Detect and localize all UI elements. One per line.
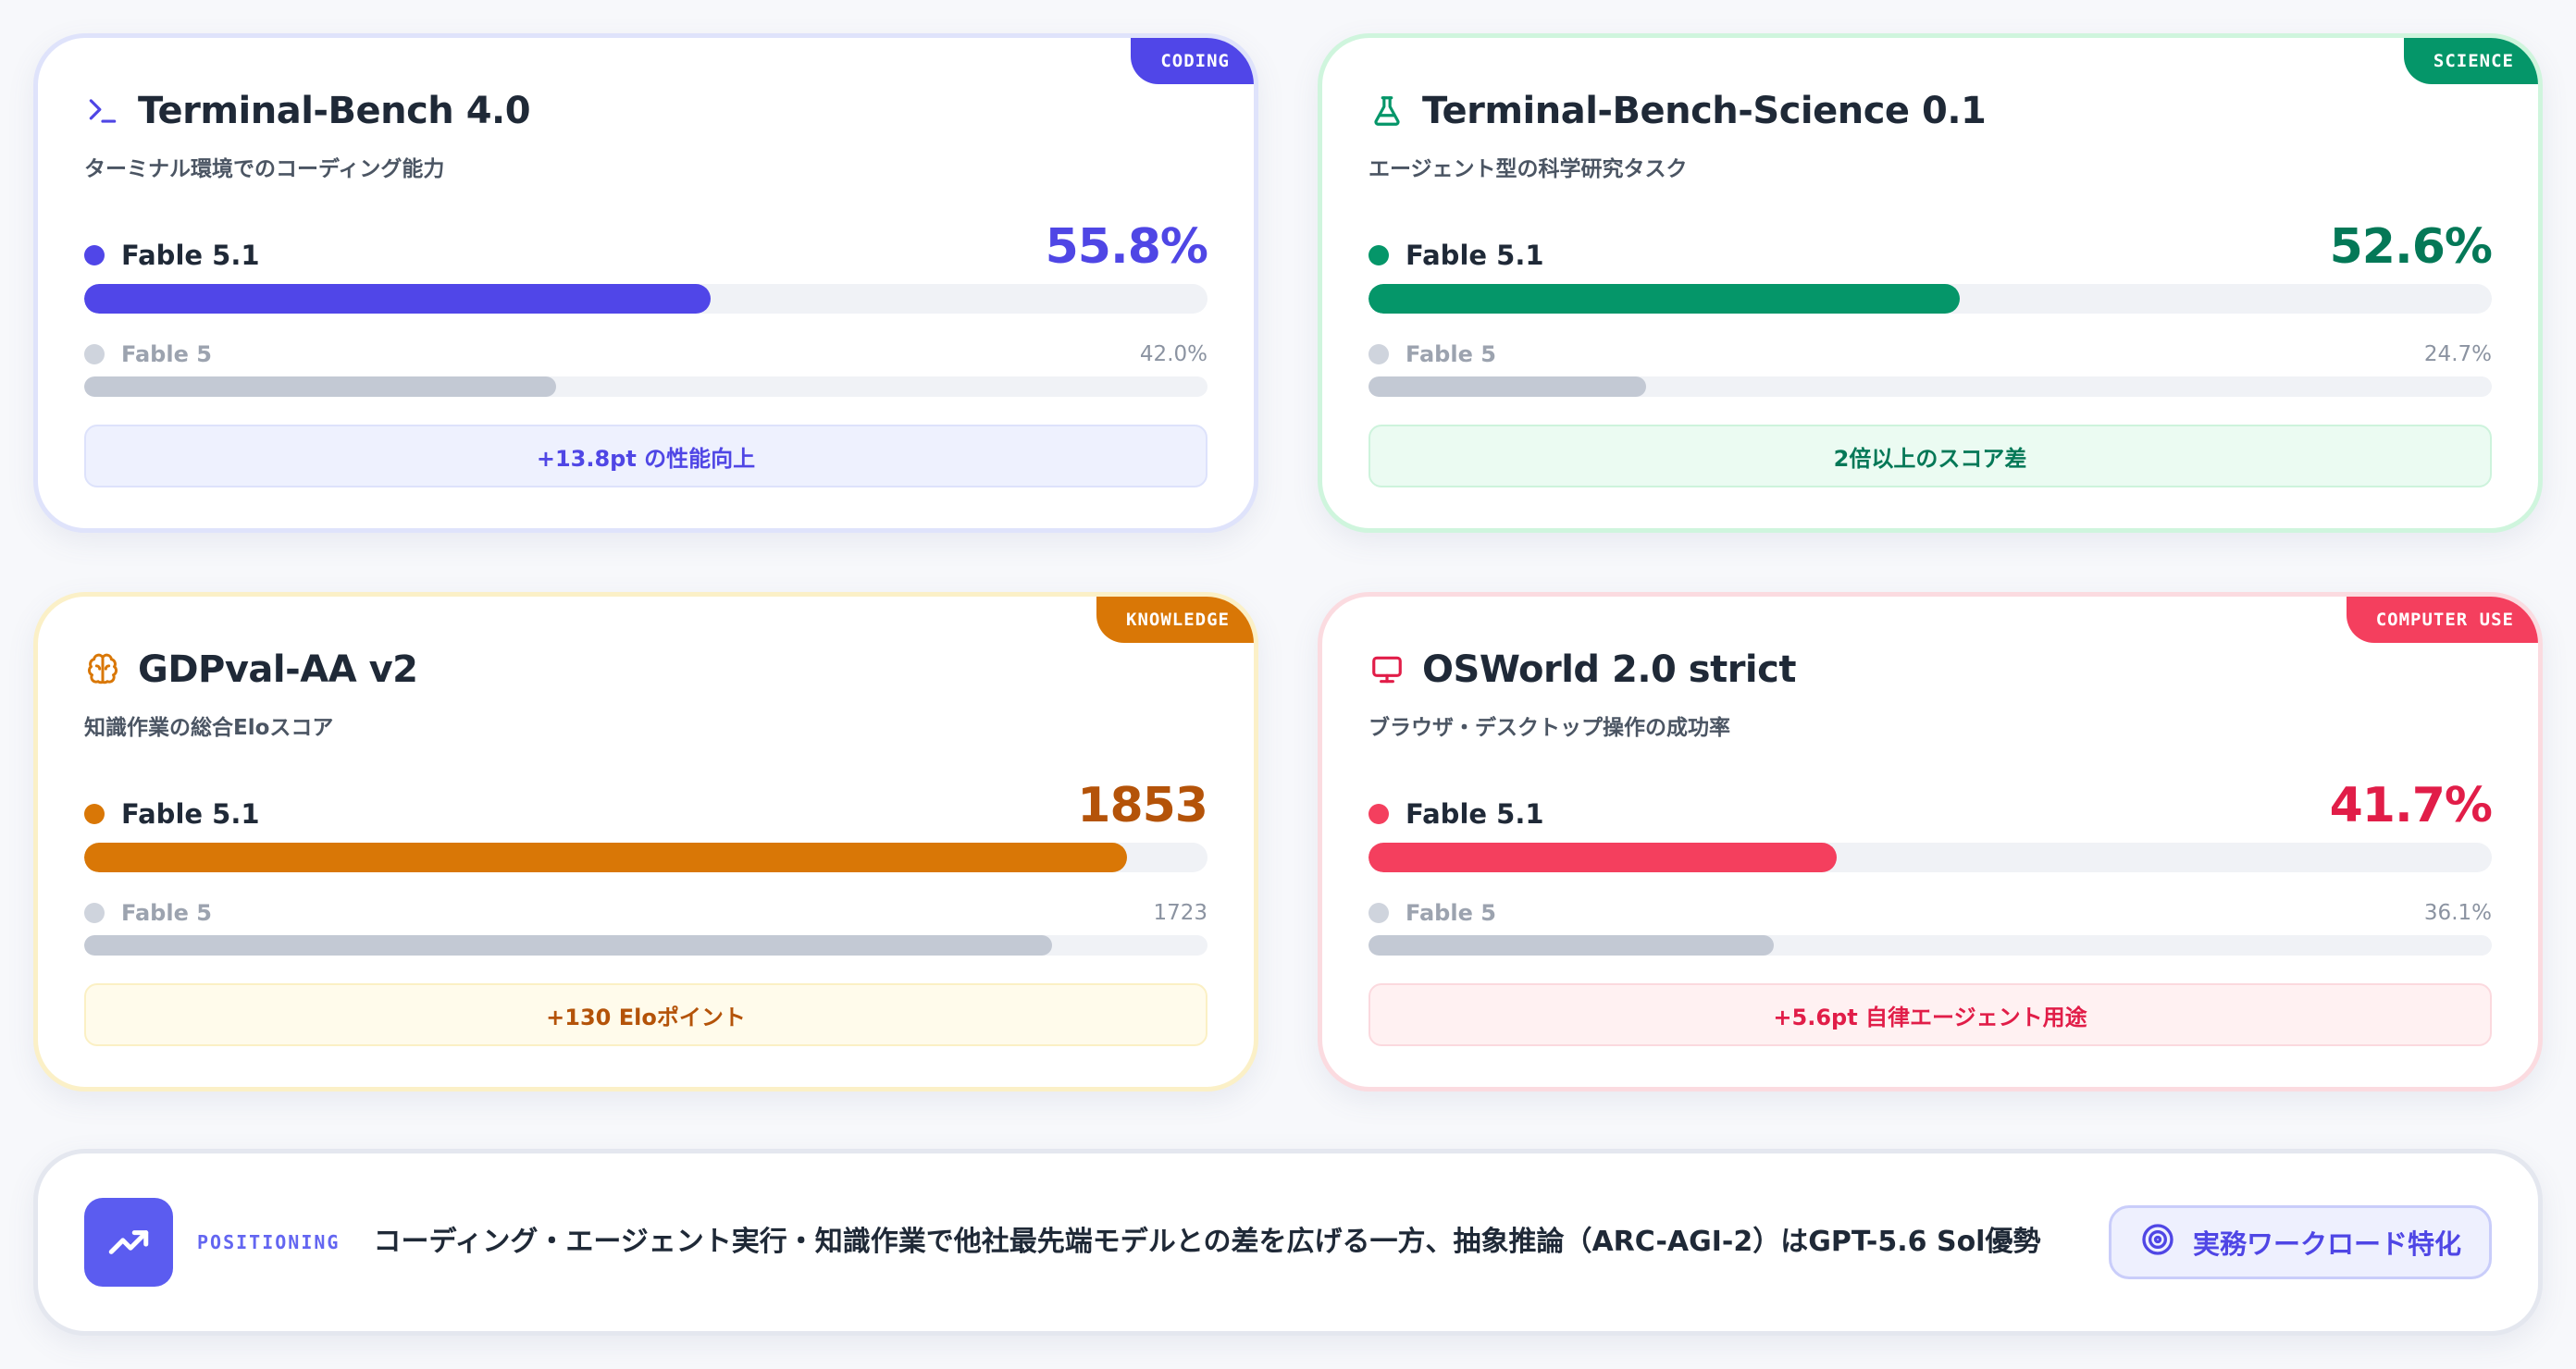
- sub-score-bar-fill: [84, 935, 1053, 956]
- main-model-label: Fable 5.1: [121, 240, 260, 271]
- trending-up-icon: [84, 1198, 173, 1287]
- delta-note: +13.8pt の性能向上: [84, 425, 1208, 487]
- main-score-bar-fill: [1368, 843, 1838, 872]
- main-model-label: Fable 5.1: [121, 798, 260, 830]
- sub-score-bar-fill: [84, 376, 556, 397]
- card-terminal-bench: CODING Terminal-Bench 4.0 ターミナル環境でのコーディン…: [33, 33, 1258, 533]
- sub-model-label: Fable 5: [121, 341, 212, 367]
- positioning-panel: POSITIONING コーディング・エージェント実行・知識作業で他社最先端モデ…: [33, 1149, 2543, 1336]
- main-score-bar-fill: [84, 284, 712, 314]
- brain-icon: [84, 651, 121, 688]
- main-score-bar-fill: [1368, 284, 1960, 314]
- delta-note: +130 Eloポイント: [84, 983, 1208, 1046]
- card-subtitle: ブラウザ・デスクトップ操作の成功率: [1368, 716, 1730, 740]
- sub-score: 1723: [1153, 901, 1208, 925]
- main-model-label: Fable 5.1: [1406, 798, 1544, 830]
- series-dot: [1368, 804, 1389, 824]
- series-dot: [1368, 344, 1389, 364]
- card-terminal-bench-science: SCIENCE Terminal-Bench-Science 0.1 エージェン…: [1318, 33, 2543, 533]
- series-dot: [84, 344, 105, 364]
- card-subtitle: 知識作業の総合Eloスコア: [84, 716, 334, 740]
- series-dot: [84, 903, 105, 923]
- positioning-kicker: POSITIONING: [197, 1231, 341, 1253]
- sub-model-label: Fable 5: [1406, 341, 1496, 367]
- main-score-bar-fill: [84, 843, 1127, 872]
- main-score-bar: [1368, 843, 2492, 872]
- target-icon: [2139, 1221, 2176, 1264]
- card-osworld: COMPUTER USE OSWorld 2.0 strict ブラウザ・デスク…: [1318, 592, 2543, 1092]
- card-subtitle: ターミナル環境でのコーディング能力: [84, 157, 445, 181]
- benchmark-grid: CODING Terminal-Bench 4.0 ターミナル環境でのコーディン…: [33, 33, 2543, 1092]
- sub-model-label: Fable 5: [1406, 900, 1496, 926]
- positioning-badge-label: 実務ワークロード特化: [2192, 1228, 2461, 1260]
- sub-score: 42.0%: [1139, 342, 1208, 366]
- monitor-icon: [1368, 651, 1406, 688]
- card-gdpval: KNOWLEDGE GDPval-AA v2 知識作業の総合Eloスコア Fab…: [33, 592, 1258, 1092]
- main-score: 55.8%: [1045, 219, 1208, 275]
- sub-score: 36.1%: [2423, 901, 2492, 925]
- card-title: Terminal-Bench 4.0: [138, 90, 531, 132]
- category-tag: COMPUTER USE: [2346, 597, 2538, 643]
- series-dot: [84, 804, 105, 824]
- sub-score-bar-fill: [1368, 376, 1646, 397]
- sub-score-bar: [84, 935, 1208, 956]
- series-dot: [1368, 245, 1389, 265]
- card-title: GDPval-AA v2: [138, 648, 418, 691]
- sub-score: 24.7%: [2423, 342, 2492, 366]
- delta-note: 2倍以上のスコア差: [1368, 425, 2492, 487]
- series-dot: [1368, 903, 1389, 923]
- main-score-bar: [84, 843, 1208, 872]
- main-score: 52.6%: [2329, 219, 2493, 275]
- card-subtitle: エージェント型の科学研究タスク: [1368, 157, 1688, 181]
- main-score: 1853: [1077, 778, 1208, 833]
- series-dot: [84, 245, 105, 265]
- card-title: OSWorld 2.0 strict: [1422, 648, 1796, 691]
- positioning-text: コーディング・エージェント実行・知識作業で他社最先端モデルとの差を広げる一方、抽…: [373, 1225, 2041, 1258]
- flask-icon: [1368, 92, 1406, 130]
- main-score: 41.7%: [2329, 778, 2493, 833]
- category-tag: KNOWLEDGE: [1096, 597, 1254, 643]
- main-score-bar: [1368, 284, 2492, 314]
- category-tag: CODING: [1131, 38, 1254, 84]
- category-tag: SCIENCE: [2403, 38, 2538, 84]
- main-score-bar: [84, 284, 1208, 314]
- sub-score-bar-fill: [1368, 935, 1775, 956]
- main-model-label: Fable 5.1: [1406, 240, 1544, 271]
- sub-model-label: Fable 5: [121, 900, 212, 926]
- sub-score-bar: [1368, 935, 2492, 956]
- terminal-icon: [84, 92, 121, 130]
- sub-score-bar: [84, 376, 1208, 397]
- sub-score-bar: [1368, 376, 2492, 397]
- delta-note: +5.6pt 自律エージェント用途: [1368, 983, 2492, 1046]
- card-title: Terminal-Bench-Science 0.1: [1422, 90, 1987, 132]
- positioning-badge: 実務ワークロード特化: [2108, 1205, 2492, 1279]
